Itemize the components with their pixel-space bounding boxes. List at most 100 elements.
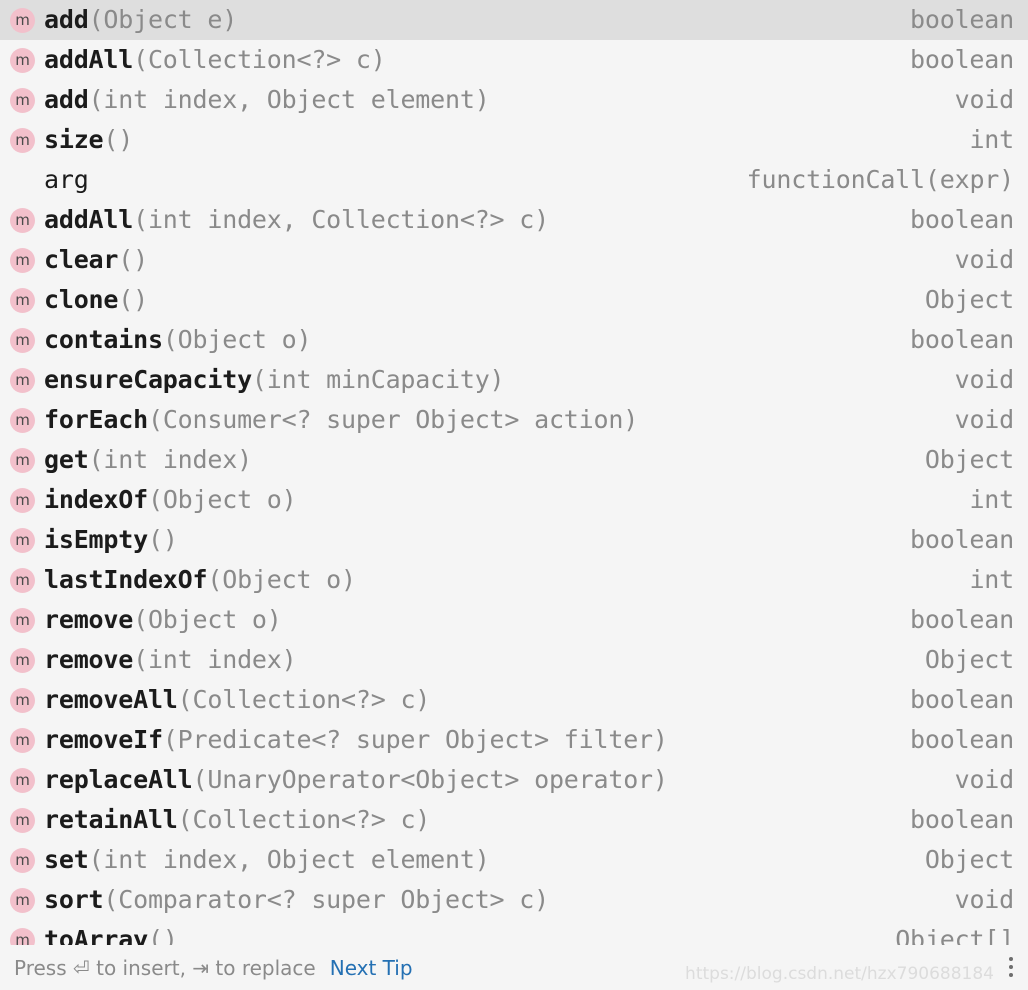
completion-item[interactable]: m ensureCapacity(int minCapacity) void xyxy=(0,360,1028,400)
completion-item-type: boolean xyxy=(910,325,1014,354)
completion-item-name: remove xyxy=(44,645,134,674)
completion-item[interactable]: m set(int index, Object element) Object xyxy=(0,840,1028,880)
completion-item-label: add(int index, Object element) xyxy=(44,80,490,120)
method-icon: m xyxy=(10,527,35,553)
completion-item-name: clear xyxy=(44,245,119,274)
method-icon: m xyxy=(10,887,35,913)
completion-item-params: (Object o) xyxy=(133,605,282,634)
completion-item-params: (Object o) xyxy=(162,325,312,354)
completion-item-label: contains(Object o) xyxy=(44,320,312,360)
kebab-dot xyxy=(1009,973,1013,977)
completion-item[interactable]: m replaceAll(UnaryOperator<Object> operat… xyxy=(0,760,1028,800)
completion-item-name: isEmpty xyxy=(44,525,148,554)
completion-item-params: (Object o) xyxy=(147,485,297,514)
completion-item-label: indexOf(Object o) xyxy=(44,480,297,520)
completion-item-type: void xyxy=(954,365,1015,394)
completion-item[interactable]: m lastIndexOf(Object o) int xyxy=(0,560,1028,600)
insert-replace-hint: Press ⏎ to insert, ⇥ to replace xyxy=(14,955,316,980)
completion-item[interactable]: m size() int xyxy=(0,120,1028,160)
completion-item[interactable]: m addAll(Collection<?> c) boolean xyxy=(0,40,1028,80)
completion-item[interactable]: m forEach(Consumer<? super Object> action… xyxy=(0,400,1028,440)
completion-item-params: (Consumer<? super Object> action) xyxy=(147,405,639,434)
watermark-text: https://blog.csdn.net/hzx790688184 xyxy=(685,964,994,984)
completion-item[interactable]: m clone() Object xyxy=(0,280,1028,320)
completion-item-params: (UnaryOperator<Object> operator) xyxy=(192,765,668,794)
completion-item[interactable]: m toArray() Object[] xyxy=(0,920,1028,945)
completion-item-icon-slot: m xyxy=(10,320,44,360)
next-tip-link[interactable]: Next Tip xyxy=(330,956,413,980)
completion-item[interactable]: m remove(Object o) boolean xyxy=(0,600,1028,640)
completion-item-type: functionCall(expr) xyxy=(746,165,1015,194)
completion-item-params: (Object e) xyxy=(88,5,238,34)
completion-item-icon-slot: m xyxy=(10,880,44,920)
completion-item[interactable]: m get(int index) Object xyxy=(0,440,1028,480)
completion-item-label: addAll(Collection<?> c) xyxy=(44,40,386,80)
completion-item-icon-slot: m xyxy=(10,760,44,800)
completion-item-params: (Collection<?> c) xyxy=(177,805,431,834)
completion-item-params: (int index) xyxy=(88,445,253,474)
kebab-dot xyxy=(1009,957,1013,961)
completion-item-name: removeIf xyxy=(44,725,163,754)
method-icon: m xyxy=(10,287,35,313)
completion-item-name: remove xyxy=(44,605,134,634)
completion-item[interactable]: m addAll(int index, Collection<?> c) boole… xyxy=(0,200,1028,240)
completion-item-icon-slot: m xyxy=(10,480,44,520)
completion-item-type: void xyxy=(954,245,1015,274)
completion-item[interactable]: arg functionCall(expr) xyxy=(0,160,1028,200)
completion-item[interactable]: m add(Object e) boolean xyxy=(0,0,1028,40)
method-icon: m xyxy=(10,687,35,713)
completion-item-icon-slot: m xyxy=(10,40,44,80)
completion-item[interactable]: m indexOf(Object o) int xyxy=(0,480,1028,520)
completion-item-type: boolean xyxy=(910,45,1014,74)
completion-item-icon-slot: m xyxy=(10,560,44,600)
completion-item-params: () xyxy=(147,525,178,554)
completion-item-params: () xyxy=(147,925,178,945)
completion-item-icon-slot: m xyxy=(10,840,44,880)
completion-item-name: ensureCapacity xyxy=(44,365,252,394)
completion-item[interactable]: m removeIf(Predicate<? super Object> filt… xyxy=(0,720,1028,760)
completion-item-name: add xyxy=(44,85,89,114)
completion-item-name: size xyxy=(44,125,104,154)
completion-item-icon-slot: m xyxy=(10,240,44,280)
completion-item[interactable]: m sort(Comparator<? super Object> c) void xyxy=(0,880,1028,920)
completion-item-icon-slot: m xyxy=(10,0,44,40)
completion-item-params: (Comparator<? super Object> c) xyxy=(103,885,549,914)
completion-item-label: get(int index) xyxy=(44,440,252,480)
kebab-dot xyxy=(1009,965,1013,969)
completion-item-type: Object xyxy=(924,845,1014,874)
completion-item-name: forEach xyxy=(44,405,148,434)
completion-item-icon-slot: m xyxy=(10,80,44,120)
completion-item[interactable]: m clear() void xyxy=(0,240,1028,280)
completion-item-type: Object xyxy=(924,445,1014,474)
completion-item[interactable]: m isEmpty() boolean xyxy=(0,520,1028,560)
completion-item-type: boolean xyxy=(910,205,1014,234)
method-icon: m xyxy=(10,767,35,793)
kebab-menu-icon[interactable] xyxy=(1002,952,1020,982)
completion-item-params: (int index, Object element) xyxy=(88,845,490,874)
completion-item-icon-slot: m xyxy=(10,680,44,720)
completion-status-bar: Press ⏎ to insert, ⇥ to replace Next Tip… xyxy=(0,945,1028,990)
method-icon: m xyxy=(10,207,35,233)
completion-item[interactable]: m contains(Object o) boolean xyxy=(0,320,1028,360)
completion-item[interactable]: m add(int index, Object element) void xyxy=(0,80,1028,120)
completion-item-name: retainAll xyxy=(44,805,178,834)
method-icon: m xyxy=(10,247,35,273)
completion-item-type: void xyxy=(954,765,1015,794)
code-completion-popup: m add(Object e) boolean m addAll(Collection<… xyxy=(0,0,1028,990)
method-icon: m xyxy=(10,407,35,433)
completion-item-params: (int index, Collection<?> c) xyxy=(133,205,549,234)
completion-item[interactable]: m retainAll(Collection<?> c) boolean xyxy=(0,800,1028,840)
completion-item-label: size() xyxy=(44,120,133,160)
completion-item-icon-slot: m xyxy=(10,120,44,160)
completion-item[interactable]: m remove(int index) Object xyxy=(0,640,1028,680)
method-icon: m xyxy=(10,727,35,753)
method-icon: m xyxy=(10,7,35,33)
completion-item-params: (int index, Object element) xyxy=(88,85,490,114)
completion-item-name: add xyxy=(44,5,89,34)
completion-item-list[interactable]: m add(Object e) boolean m addAll(Collection<… xyxy=(0,0,1028,945)
completion-item-name: get xyxy=(44,445,89,474)
method-icon: m xyxy=(10,607,35,633)
completion-item[interactable]: m removeAll(Collection<?> c) boolean xyxy=(0,680,1028,720)
completion-item-label: toArray() xyxy=(44,920,178,945)
completion-item-label: add(Object e) xyxy=(44,0,237,40)
